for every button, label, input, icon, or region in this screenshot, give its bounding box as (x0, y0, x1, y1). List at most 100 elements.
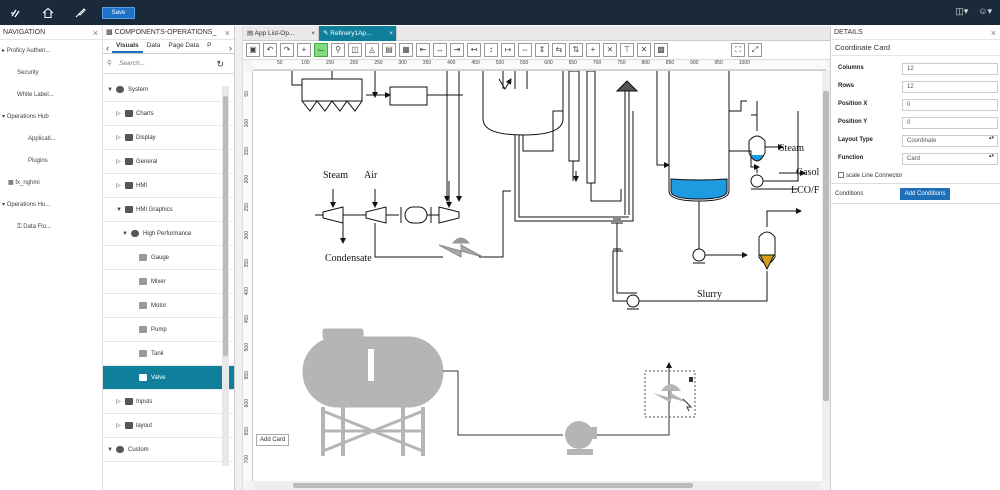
tree-item-charts[interactable]: ▷ Charts (103, 102, 234, 126)
nav-item[interactable]: White Label... (0, 84, 102, 106)
canvas-scrollbar-horizontal[interactable] (253, 481, 822, 490)
canvas-scrollbar-vertical[interactable] (822, 71, 830, 481)
pump-circle[interactable] (626, 294, 640, 308)
tree-item-valve[interactable]: Valve (103, 366, 234, 390)
brush-icon[interactable] (64, 0, 96, 25)
select-tool-icon[interactable]: ▣ (246, 43, 260, 57)
add-tool-icon[interactable]: + (297, 43, 311, 57)
scrollbar-thumb[interactable] (223, 96, 228, 356)
home-icon[interactable] (32, 0, 64, 25)
panel-divider[interactable] (235, 26, 243, 490)
nav-item[interactable]: ⚿ Data Flo... (0, 216, 102, 238)
stripper-column[interactable] (586, 71, 596, 184)
scale-line-connector-row[interactable]: scale Line Connector (831, 168, 1000, 184)
tank-graphic[interactable] (302, 328, 444, 456)
layout-toggle-icon[interactable]: ◫▾ (955, 6, 968, 17)
rows-field[interactable]: 12 (902, 81, 998, 93)
tree-item-custom[interactable]: ▼ Custom (103, 438, 234, 462)
nav-item[interactable]: ▸ Proficy Authen... (0, 40, 102, 62)
tree-item-high-performance[interactable]: ▼ High Performance (103, 222, 234, 246)
tree-item-display[interactable]: ▷ Display (103, 126, 234, 150)
pump-circle[interactable] (750, 174, 764, 188)
nav-item[interactable]: Security (0, 62, 102, 84)
chevron-right-icon[interactable]: › (229, 43, 232, 53)
layout-type-select[interactable]: Coordinate (902, 135, 998, 147)
tab-app-list[interactable]: ▤ App List-Op... × (243, 26, 319, 41)
nav-item[interactable]: Plugins (0, 150, 102, 172)
compressor-2[interactable] (365, 206, 387, 224)
components-scrollbar[interactable] (222, 86, 229, 466)
nav-item[interactable]: ▾ Operations Hu... (0, 194, 102, 216)
bring-front-icon[interactable]: ◫ (348, 43, 362, 57)
close-icon[interactable]: × (311, 26, 315, 41)
disconnect-icon[interactable]: ⨯ (603, 43, 617, 57)
group-icon[interactable]: ▤ (382, 43, 396, 57)
tree-item-general[interactable]: ▷ General (103, 150, 234, 174)
nav-item[interactable]: ▩ fx_nghmi (0, 172, 102, 194)
pump-graphic[interactable] (565, 421, 597, 455)
compressor-3[interactable] (438, 206, 460, 224)
align-right-icon[interactable]: ⇥ (450, 43, 464, 57)
tree-item-pump[interactable]: Pump (103, 318, 234, 342)
tree-item-tank[interactable]: Tank (103, 342, 234, 366)
undo-icon[interactable]: ↶ (263, 43, 277, 57)
fullscreen-icon[interactable]: ⤢ (748, 43, 762, 57)
reactor-vessel[interactable] (482, 71, 564, 136)
pin-tool-icon[interactable]: ⚲ (331, 43, 345, 57)
distribute-h-icon[interactable]: ⇔ (518, 43, 532, 57)
add-card-button[interactable]: Add Card (256, 434, 290, 446)
tree-item-inputs[interactable]: ▷ Inputs (103, 390, 234, 414)
scrollbar-thumb[interactable] (823, 91, 829, 401)
split-icon[interactable]: ⊤ (620, 43, 634, 57)
tree-item-gauge[interactable]: Gauge (103, 246, 234, 270)
tree-item-hmi[interactable]: ▷ HMI (103, 174, 234, 198)
tab-refinery[interactable]: ✎ Refinery1Ap... × (319, 26, 397, 41)
distribute-v-icon[interactable]: ⇕ (535, 43, 549, 57)
pump-circle[interactable] (692, 248, 706, 262)
function-select[interactable]: Card (902, 153, 998, 165)
flip-h-icon[interactable]: ⇆ (552, 43, 566, 57)
align-middle-icon[interactable]: ↕ (484, 43, 498, 57)
flip-v-icon[interactable]: ⇅ (569, 43, 583, 57)
design-canvas[interactable]: Steam Air Condensate Steam Gasol LCO/F S… (253, 71, 822, 481)
nav-item[interactable]: Applicati... (0, 128, 102, 150)
align-top-icon[interactable]: ↤ (467, 43, 481, 57)
tree-item-hmi-graphics[interactable]: ▼ HMI Graphics (103, 198, 234, 222)
close-icon[interactable]: × (225, 26, 230, 40)
crosshair-icon[interactable]: + (586, 43, 600, 57)
connector-tool-icon[interactable]: ⌙ (314, 43, 328, 57)
tab-visuals[interactable]: Visuals (112, 40, 143, 53)
selected-valve[interactable] (644, 370, 696, 418)
redo-icon[interactable]: ↷ (280, 43, 294, 57)
align-center-icon[interactable]: ↔ (433, 43, 447, 57)
motor-drive[interactable] (404, 206, 428, 224)
compressor-1[interactable] (322, 206, 344, 224)
send-back-icon[interactable]: ◬ (365, 43, 379, 57)
filter-box[interactable] (301, 78, 363, 102)
add-conditions-button[interactable]: Add Conditions (900, 188, 950, 200)
scrollbar-thumb[interactable] (293, 483, 693, 488)
close-icon[interactable]: × (93, 26, 98, 40)
tab-data[interactable]: Data (143, 40, 165, 53)
chevron-left-icon[interactable]: ‹ (103, 43, 112, 53)
save-button[interactable]: Save (102, 6, 135, 19)
position-x-field[interactable]: 0 (902, 99, 998, 111)
align-left-icon[interactable]: ⇤ (416, 43, 430, 57)
tab-page-data[interactable]: Page Data (164, 40, 203, 53)
align-bottom-icon[interactable]: ↦ (501, 43, 515, 57)
user-menu-icon[interactable]: ☺▾ (978, 6, 992, 17)
logo-icon[interactable] (0, 0, 32, 25)
delete-connector-icon[interactable]: ✕ (637, 43, 651, 57)
columns-field[interactable]: 12 (902, 63, 998, 75)
refresh-icon[interactable]: ↻ (216, 54, 224, 74)
tab-more[interactable]: P (203, 40, 215, 53)
riser-column[interactable] (568, 71, 580, 162)
scale-line-checkbox[interactable] (838, 172, 844, 178)
tree-item-system[interactable]: ▼ System (103, 78, 234, 102)
heater-box[interactable] (389, 86, 428, 106)
nav-item[interactable]: ▾ Operations Hub (0, 106, 102, 128)
close-icon[interactable]: × (991, 26, 996, 40)
tree-item-mixer[interactable]: Mixer (103, 270, 234, 294)
close-icon[interactable]: × (389, 26, 393, 41)
search-input[interactable]: ⚲ Search... ↻ (103, 54, 234, 74)
